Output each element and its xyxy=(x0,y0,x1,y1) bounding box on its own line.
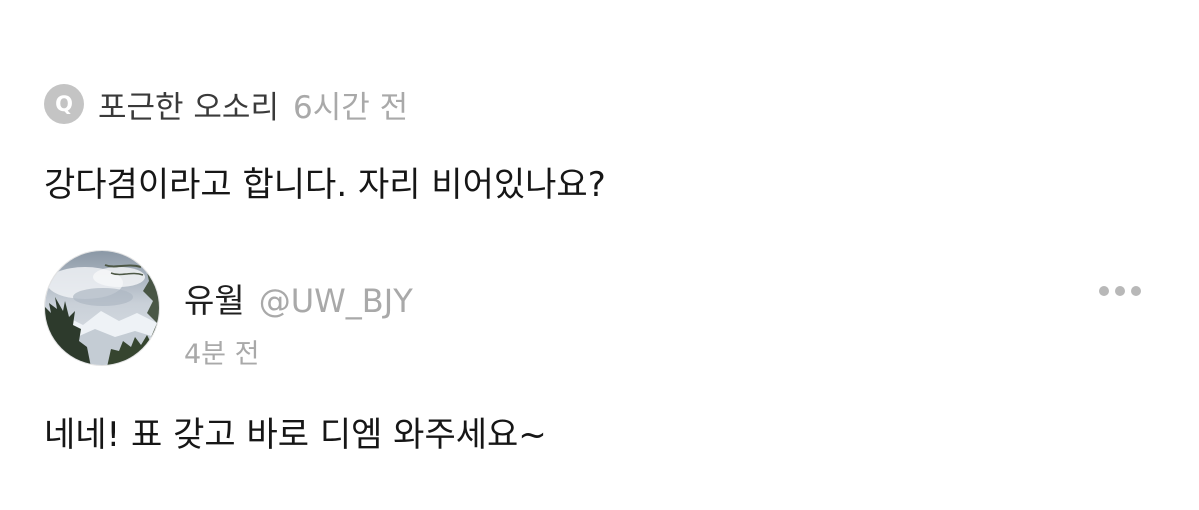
answerer-name[interactable]: 유월 xyxy=(184,274,245,322)
answer-timestamp: 4분 전 xyxy=(184,339,260,370)
more-options-button[interactable] xyxy=(1090,276,1150,306)
more-horizontal-icon xyxy=(1099,286,1141,296)
answerer-info: 유월 @UW_BJY xyxy=(184,274,413,322)
avatar[interactable] xyxy=(44,250,160,366)
question-badge-icon: Q xyxy=(44,84,84,124)
answer-text: 네네! 표 갖고 바로 디엠 와주세요~ xyxy=(44,415,547,455)
avatar-photo-icon xyxy=(45,251,159,365)
answerer-handle[interactable]: @UW_BJY xyxy=(259,282,413,320)
question-text: 강다겸이라고 합니다. 자리 비어있나요? xyxy=(44,165,606,205)
question-meta: Q 포근한 오소리 6시간 전 xyxy=(44,82,408,126)
asker-name[interactable]: 포근한 오소리 xyxy=(98,82,279,127)
question-timestamp: 6시간 전 xyxy=(292,89,409,126)
